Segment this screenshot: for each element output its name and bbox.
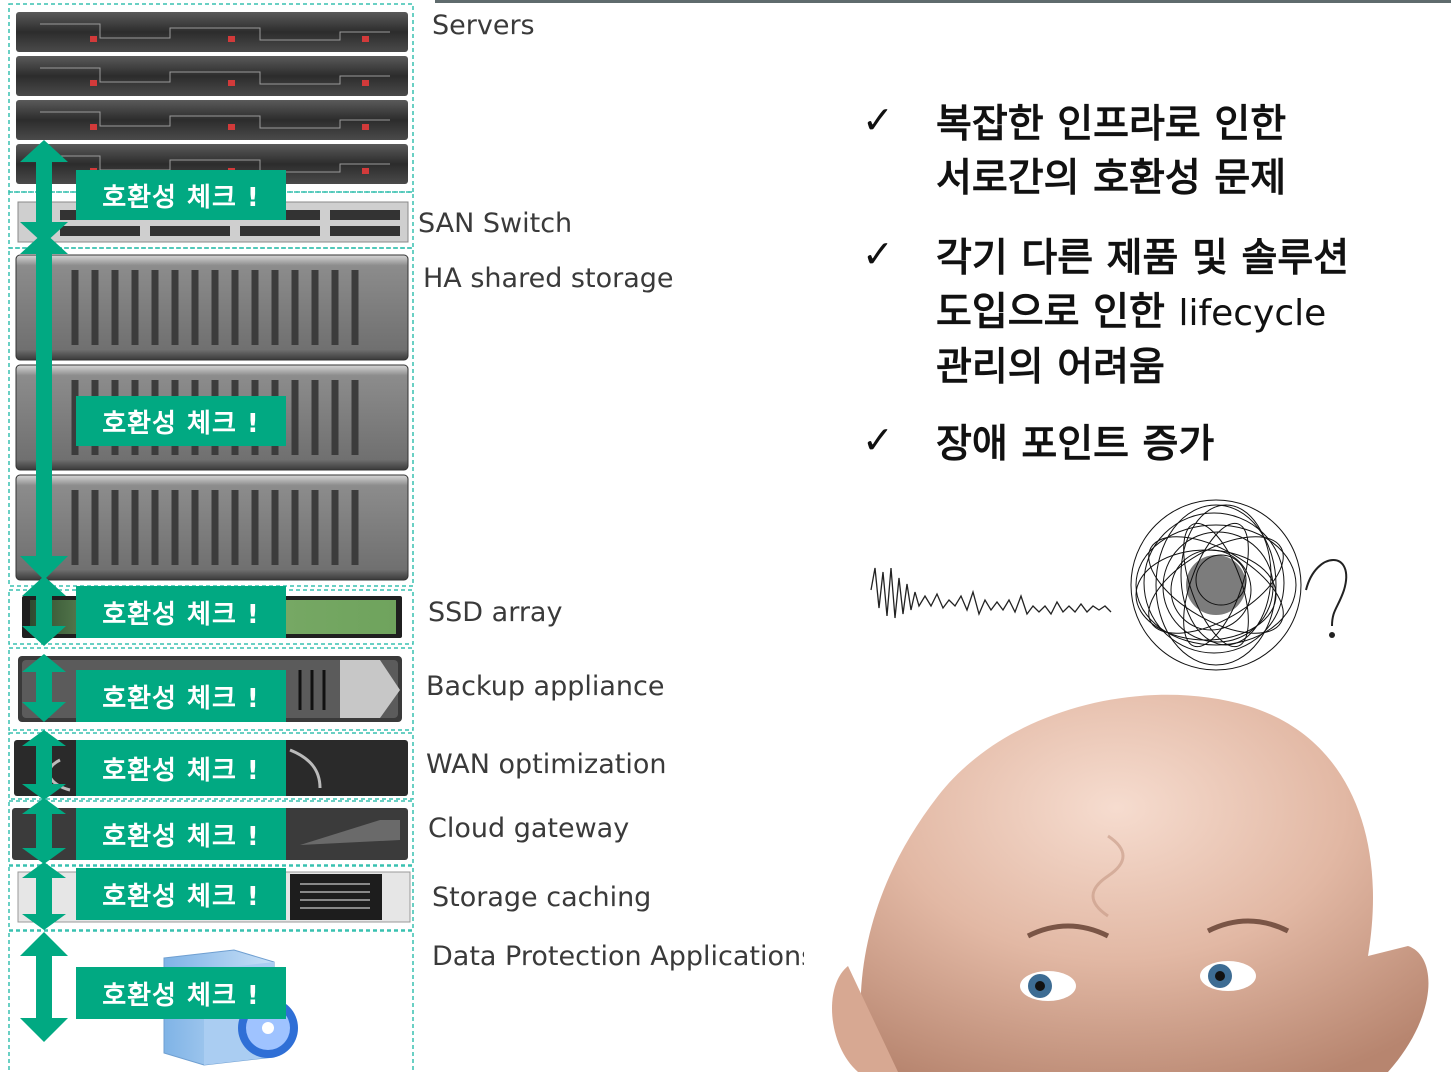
label-ha-storage: HA shared storage [423,263,674,294]
thinking-man-photo [831,694,1429,1072]
issue-text-line: 도입으로 인한 [936,290,1179,335]
tangled-scribble-image [870,499,1348,671]
compatibility-check-badge: 호환성 체크 ! [76,670,286,722]
issue-text-line: 각기 다른 제품 및 솔루션 [936,236,1350,281]
issue-text-line: 장애 포인트 증가 [936,422,1215,467]
compatibility-check-badge: 호환성 체크 ! [76,808,286,860]
check-icon: ✓ [862,232,894,276]
compatibility-check-badge: 호환성 체크 ! [76,740,286,796]
check-icon: ✓ [862,418,894,462]
label-servers: Servers [432,10,535,41]
label-san-switch: SAN Switch [418,208,573,239]
server-units [16,12,408,184]
compatibility-check-badge: 호환성 체크 ! [76,396,286,446]
label-wan-optimization: WAN optimization [426,749,667,780]
check-icon: ✓ [862,98,894,142]
issue-text-line: 서로간의 호환성 문제 [936,156,1287,201]
label-backup-appliance: Backup appliance [426,671,665,702]
compatibility-check-badge: 호환성 체크 ! [76,170,286,220]
compatibility-check-badge: 호환성 체크 ! [76,586,286,638]
compatibility-check-badge: 호환성 체크 ! [76,868,286,920]
label-ssd-array: SSD array [428,597,563,628]
label-data-protection-clip: Data Protection Applications [430,935,804,985]
compatibility-check-badge: 호환성 체크 ! [76,967,286,1019]
issue-text-line: 관리의 어려움 [936,345,1165,390]
label-cloud-gateway: Cloud gateway [428,813,630,844]
issue-text-lifecycle: lifecycle [1178,293,1327,334]
issue-text-line: 복잡한 인프라로 인한 [936,102,1287,147]
label-data-protection: Data Protection Applications [432,941,804,972]
label-storage-caching: Storage caching [432,882,652,913]
top-divider-line [435,0,1451,3]
